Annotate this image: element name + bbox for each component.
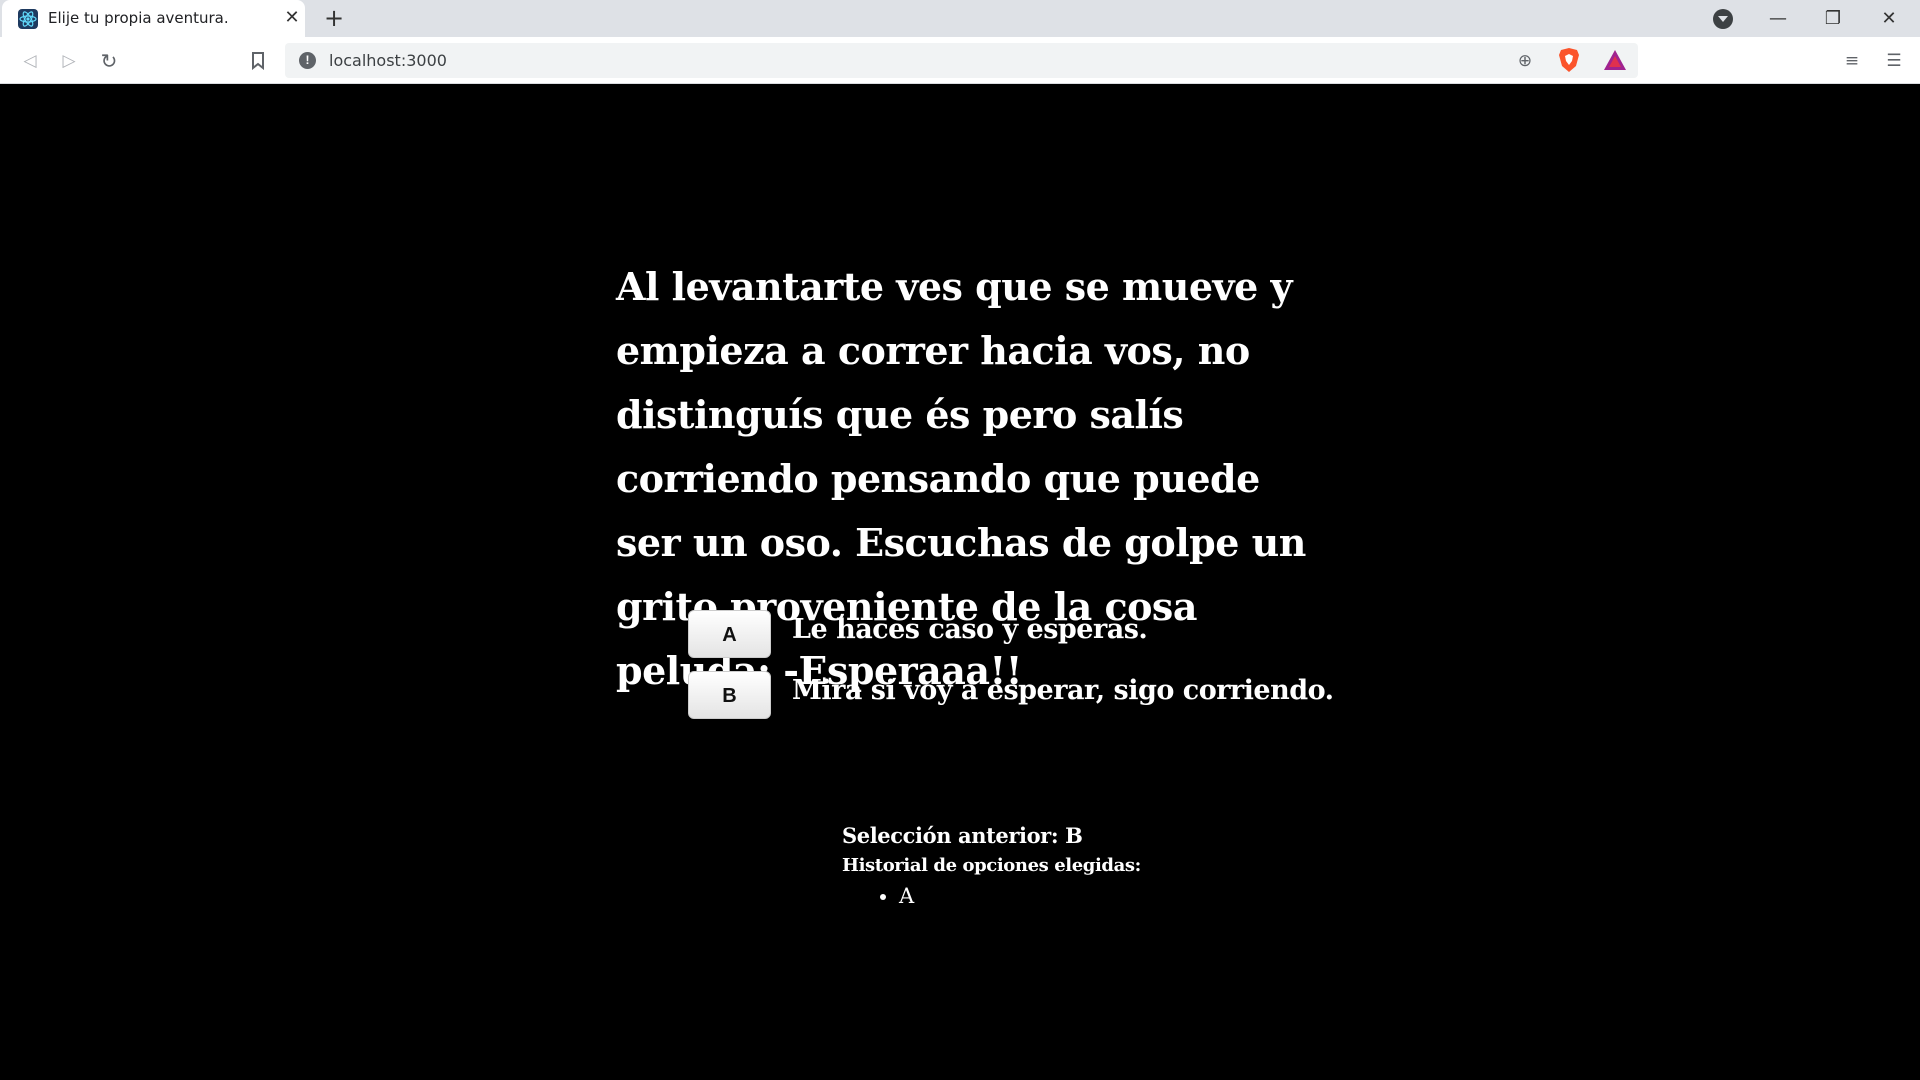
back-icon[interactable]: ◁	[16, 47, 44, 75]
new-tab-button[interactable]: +	[320, 4, 348, 32]
option-a-label: Le haces caso y esperas.	[792, 614, 1148, 645]
history-list: A	[842, 881, 1141, 911]
brave-shield-icon[interactable]	[1558, 47, 1580, 73]
browser-toolbar: ◁ ▷ ↻ ! localhost:3000 ⊕ ≡ ☰	[0, 37, 1920, 84]
minimize-button[interactable]: —	[1751, 0, 1805, 37]
menu-icon[interactable]: ☰	[1880, 47, 1908, 75]
option-b: B Mira si voy a esperar, sigo corriendo.	[688, 671, 1388, 719]
reload-icon[interactable]: ↻	[95, 47, 123, 75]
previous-selection: Selección anterior: B	[842, 823, 1083, 848]
tab-title: Elije tu propia aventura.	[48, 9, 229, 27]
brave-rewards-icon[interactable]	[1603, 49, 1627, 71]
option-a-button[interactable]: A	[688, 610, 771, 658]
page-content: Al levantarte ves que se mueve y empieza…	[0, 85, 1920, 1080]
option-b-button[interactable]: B	[688, 671, 771, 719]
history-item: A	[899, 881, 1141, 911]
tab-strip: Elije tu propia aventura. ✕ + — ❐ ✕	[0, 0, 1920, 37]
tab-search-icon[interactable]	[1713, 9, 1733, 29]
zoom-icon[interactable]: ⊕	[1513, 49, 1537, 73]
close-window-button[interactable]: ✕	[1862, 0, 1916, 37]
react-icon	[18, 9, 38, 29]
option-b-label: Mira si voy a esperar, sigo corriendo.	[792, 675, 1334, 706]
playlist-icon[interactable]: ≡	[1838, 47, 1866, 75]
history-title: Historial de opciones elegidas:	[842, 855, 1141, 876]
tab-close-icon[interactable]: ✕	[280, 6, 304, 30]
history-section: Selección anterior: B Historial de opcio…	[842, 821, 1141, 911]
forward-icon[interactable]: ▷	[55, 47, 83, 75]
browser-tab[interactable]: Elije tu propia aventura. ✕	[2, 0, 305, 37]
option-a: A Le haces caso y esperas.	[688, 610, 1388, 658]
bookmark-icon[interactable]	[244, 47, 272, 75]
address-bar[interactable]: ! localhost:3000 ⊕	[285, 43, 1638, 78]
url-text[interactable]: localhost:3000	[329, 51, 447, 70]
maximize-button[interactable]: ❐	[1806, 0, 1860, 37]
site-info-icon[interactable]: !	[299, 52, 316, 69]
